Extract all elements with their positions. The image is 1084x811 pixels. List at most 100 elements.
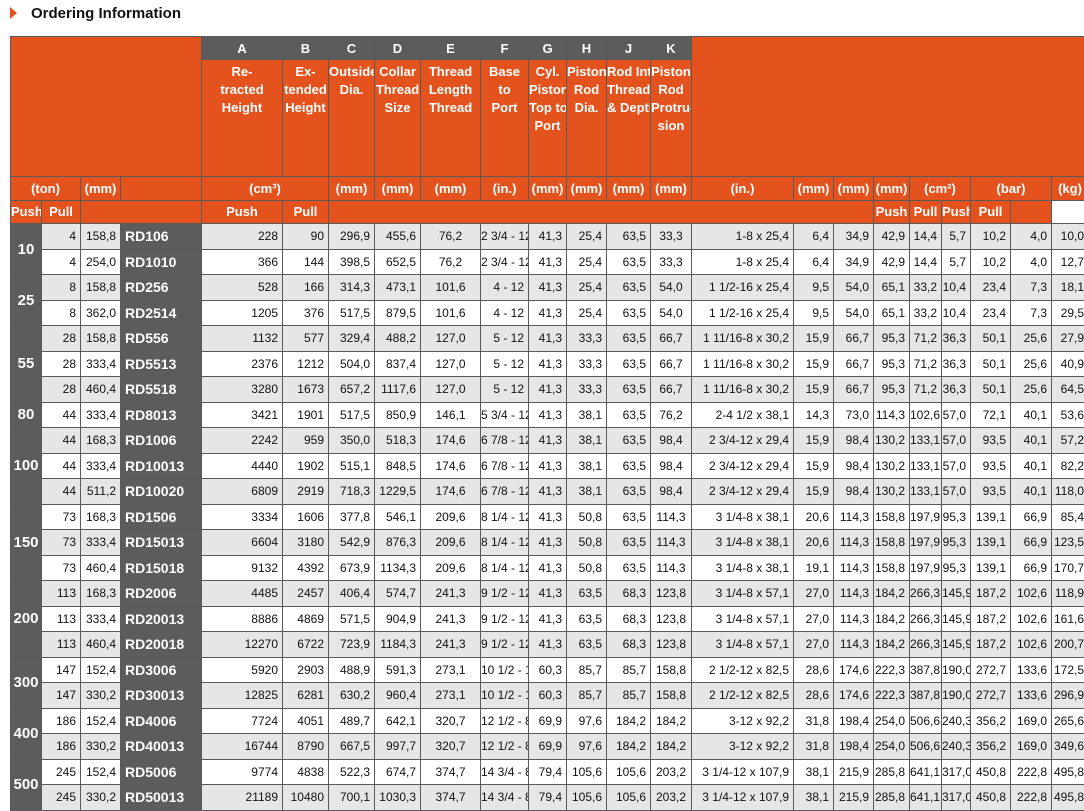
data-cell: 139,1 xyxy=(971,504,1011,530)
data-cell: 85,7 xyxy=(567,683,607,709)
data-cell: 642,1 xyxy=(375,708,421,734)
data-cell: 90 xyxy=(283,224,329,250)
order-number: RD50013 xyxy=(121,785,202,811)
data-cell: 38,1 xyxy=(567,402,607,428)
column-letter: K xyxy=(651,37,692,60)
data-cell: 95,3 xyxy=(942,504,971,530)
data-cell: 4,0 xyxy=(1011,249,1052,275)
data-cell: 254,0 xyxy=(81,249,121,275)
column-letter: A xyxy=(202,37,283,60)
data-cell: 25,4 xyxy=(567,300,607,326)
data-cell: 76,2 xyxy=(651,402,692,428)
data-cell: 63,5 xyxy=(607,224,651,250)
data-cell: 489,7 xyxy=(329,708,375,734)
data-cell: 333,4 xyxy=(81,351,121,377)
data-cell: 23,4 xyxy=(971,275,1011,301)
data-cell: 25,4 xyxy=(567,224,607,250)
data-cell: 63,5 xyxy=(567,581,607,607)
data-cell: 82,2 xyxy=(1052,453,1084,479)
data-cell: 9,5 xyxy=(794,300,834,326)
data-cell: 546,1 xyxy=(375,504,421,530)
order-number: RD20013 xyxy=(121,606,202,632)
order-number: RD30013 xyxy=(121,683,202,709)
data-cell: 186 xyxy=(42,708,81,734)
data-cell: 333,4 xyxy=(81,402,121,428)
capacity-cell: 80 xyxy=(11,402,42,428)
data-cell: 98,4 xyxy=(834,479,874,505)
table-row: 245330,2RD500132118910480700,11030,3374,… xyxy=(11,785,1084,811)
pull-label: Pull xyxy=(283,201,329,224)
table-row: 73460,4RD1501891324392673,91134,3209,68 … xyxy=(11,555,1084,581)
data-cell: 1673 xyxy=(283,377,329,403)
data-cell: 158,8 xyxy=(81,275,121,301)
data-cell: 50,1 xyxy=(971,326,1011,352)
data-cell: 41,3 xyxy=(529,555,567,581)
data-cell: 10,4 xyxy=(942,275,971,301)
data-cell: 133,6 xyxy=(1011,657,1052,683)
data-cell: 130,2 xyxy=(874,428,910,454)
data-cell: 133,1 xyxy=(910,428,942,454)
data-cell: 6,4 xyxy=(794,249,834,275)
data-cell: 15,9 xyxy=(794,453,834,479)
data-cell: 139,1 xyxy=(971,555,1011,581)
column-unit: (mm) xyxy=(421,177,481,201)
data-cell: 8 1/4 - 12 xyxy=(481,555,529,581)
data-cell: 25,6 xyxy=(1011,351,1052,377)
data-cell: 8 1/4 - 12 xyxy=(481,530,529,556)
data-cell: 44 xyxy=(42,479,81,505)
data-cell: 460,4 xyxy=(81,555,121,581)
data-cell: 42,9 xyxy=(874,249,910,275)
data-cell: 350,0 xyxy=(329,428,375,454)
data-cell: 273,1 xyxy=(421,683,481,709)
title-bar: Ordering Information xyxy=(10,0,181,26)
data-cell: 222,3 xyxy=(874,657,910,683)
data-cell: 63,5 xyxy=(607,326,651,352)
data-cell: 54,0 xyxy=(651,275,692,301)
data-cell: 1117,6 xyxy=(375,377,421,403)
data-cell: 1184,3 xyxy=(375,632,421,658)
data-cell: 174,6 xyxy=(421,479,481,505)
pull-label: Pull xyxy=(42,201,81,224)
data-cell: 133,1 xyxy=(910,453,942,479)
column-letter: F xyxy=(481,37,529,60)
data-cell: 387,8 xyxy=(910,683,942,709)
data-cell: 174,6 xyxy=(421,428,481,454)
header-blank xyxy=(81,201,202,224)
data-cell: 40,9 xyxy=(1052,351,1084,377)
table-row: 258158,8RD256528166314,3473,1101,64 - 12… xyxy=(11,275,1084,301)
data-cell: 356,2 xyxy=(971,708,1011,734)
data-cell: 3 1/4-8 x 57,1 xyxy=(692,632,794,658)
data-cell: 200,7 xyxy=(1052,632,1084,658)
data-cell: 495,8 xyxy=(1052,785,1084,811)
column-name: Ex-tendedHeight xyxy=(283,60,329,177)
data-cell: 25,6 xyxy=(1011,326,1052,352)
data-cell: 10,2 xyxy=(971,224,1011,250)
data-cell: 41,3 xyxy=(529,249,567,275)
page: Ordering Information ABCDEFGHJKRe-tracte… xyxy=(0,0,1084,799)
data-cell: 63,5 xyxy=(607,300,651,326)
data-cell: 9132 xyxy=(202,555,283,581)
data-cell: 64,5 xyxy=(1052,377,1084,403)
data-cell: 272,7 xyxy=(971,683,1011,709)
data-cell: 95,3 xyxy=(874,326,910,352)
data-cell: 184,2 xyxy=(874,581,910,607)
data-cell: 330,2 xyxy=(81,785,121,811)
data-cell: 460,4 xyxy=(81,377,121,403)
data-cell: 33,3 xyxy=(567,326,607,352)
data-cell: 9 1/2 - 12 xyxy=(481,632,529,658)
data-cell: 63,5 xyxy=(607,249,651,275)
data-cell: 1 11/16-8 x 30,2 xyxy=(692,326,794,352)
table-row: 147330,2RD30013128256281630,2960,4273,11… xyxy=(11,683,1084,709)
push-label: Push xyxy=(874,201,910,224)
order-number: RD10020 xyxy=(121,479,202,505)
data-cell: 123,8 xyxy=(651,606,692,632)
column-unit: (mm) xyxy=(834,177,874,201)
data-cell: 387,8 xyxy=(910,657,942,683)
data-cell: 114,3 xyxy=(874,402,910,428)
data-cell: 114,3 xyxy=(651,530,692,556)
data-cell: 6 7/8 - 12 xyxy=(481,453,529,479)
data-cell: 7724 xyxy=(202,708,283,734)
data-cell: 960,4 xyxy=(375,683,421,709)
data-cell: 15,9 xyxy=(794,326,834,352)
column-unit: (in.) xyxy=(692,177,794,201)
